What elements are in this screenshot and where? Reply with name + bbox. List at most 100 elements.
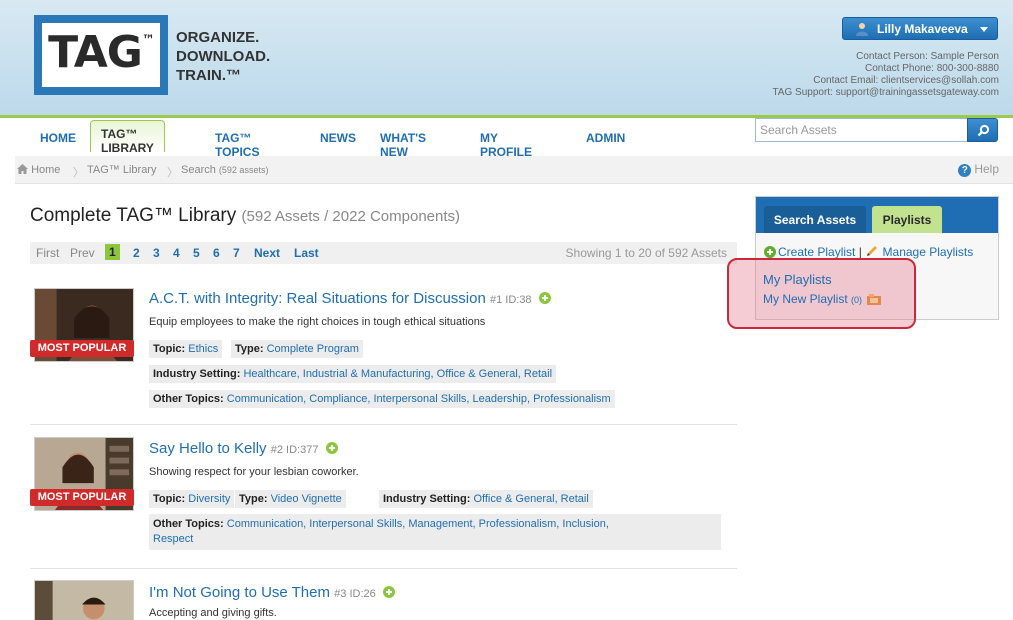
help-link[interactable]: ? Help xyxy=(958,162,999,177)
type-link[interactable]: Video Vignette xyxy=(271,493,342,505)
playlist-actions: Create Playlist | Manage Playlists xyxy=(764,244,973,259)
breadcrumb: Home 〉 TAG™ Library 〉 Search (592 assets… xyxy=(15,156,1013,184)
nav-my-profile[interactable]: MY PROFILE xyxy=(480,124,532,159)
industry-label: Industry Setting: xyxy=(383,493,471,505)
breadcrumb-home[interactable]: Home xyxy=(17,164,60,176)
user-name: Lilly Makaveeva xyxy=(877,22,968,36)
topic-link[interactable]: Diversity xyxy=(188,493,230,505)
tab-playlists[interactable]: Playlists xyxy=(872,206,942,233)
asset-title[interactable]: A.C.T. with Integrity: Real Situations f… xyxy=(149,290,551,307)
pager-first[interactable]: First xyxy=(36,246,59,260)
tagline: ORGANIZE. DOWNLOAD. TRAIN.™ xyxy=(176,28,270,85)
create-playlist-link[interactable]: Create Playlist xyxy=(764,245,855,259)
nav-tag-library[interactable]: TAG™ LIBRARY xyxy=(90,120,165,155)
type-tag: Type: Complete Program xyxy=(231,340,363,358)
tag-logo[interactable]: TAG™ xyxy=(34,15,168,95)
pencil-icon xyxy=(867,246,878,256)
search-button[interactable] xyxy=(967,118,998,142)
topic-link[interactable]: Ethics xyxy=(188,343,218,355)
pagination: First Prev 1 2 3 4 5 6 7 Next Last Showi… xyxy=(30,242,737,264)
page-subtitle: (592 Assets / 2022 Components) xyxy=(241,208,461,225)
tagline-line-1: ORGANIZE. xyxy=(176,29,260,46)
page-title: Complete TAG™ Library (592 Assets / 2022… xyxy=(30,205,460,227)
manage-playlists-link[interactable]: Manage Playlists xyxy=(865,245,973,259)
pager-page-1[interactable]: 1 xyxy=(105,244,120,260)
playlist-folder-icon xyxy=(867,294,882,305)
playlist-name: My New Playlist xyxy=(763,292,848,306)
home-icon xyxy=(17,164,28,174)
topic-tag: Topic: Diversity xyxy=(149,490,235,508)
support-email: TAG Support: support@trainingassetsgatew… xyxy=(772,87,999,98)
asset-title[interactable]: I'm Not Going to Use Them #3 ID:26 xyxy=(149,584,395,601)
pager-page-3[interactable]: 3 xyxy=(153,246,160,260)
nav-home[interactable]: HOME xyxy=(40,124,76,152)
industry-links[interactable]: Healthcare, Industrial & Manufacturing, … xyxy=(243,368,552,380)
pager-next[interactable]: Next xyxy=(254,246,280,260)
contact-email: Contact Email: clientservices@sollah.com xyxy=(813,75,999,86)
topic-label: Topic: xyxy=(153,493,186,505)
topic-tag: Topic: Ethics xyxy=(149,340,223,358)
topic-label: Topic: xyxy=(153,343,186,355)
add-to-playlist-icon[interactable] xyxy=(538,292,551,304)
asset-title-text: I'm Not Going to Use Them xyxy=(149,584,330,601)
nav-tag-topics[interactable]: TAG™ TOPICS xyxy=(215,124,259,159)
user-menu-button[interactable]: Lilly Makaveeva xyxy=(842,17,998,40)
link-divider: | xyxy=(858,245,862,259)
create-playlist-label: Create Playlist xyxy=(778,245,856,259)
add-to-playlist-icon[interactable] xyxy=(325,442,338,454)
asset-meta: #2 ID:377 xyxy=(270,444,319,456)
breadcrumb-search-label: Search xyxy=(181,164,216,176)
manage-playlists-label: Manage Playlists xyxy=(882,245,974,259)
asset-description: Showing respect for your lesbian coworke… xyxy=(149,466,359,478)
pager-showing: Showing 1 to 20 of 592 Assets xyxy=(565,246,727,260)
tagline-line-3: TRAIN.™ xyxy=(176,67,241,84)
search-icon xyxy=(977,124,990,137)
pager-page-7[interactable]: 7 xyxy=(233,246,240,260)
other-topics-links[interactable]: Communication, Compliance, Interpersonal… xyxy=(227,393,611,405)
pager-prev[interactable]: Prev xyxy=(70,246,95,260)
panel-tabs: Search Assets Playlists xyxy=(756,197,998,233)
pager-page-4[interactable]: 4 xyxy=(173,246,180,260)
video-still-image xyxy=(35,581,133,620)
industry-label: Industry Setting: xyxy=(153,368,241,380)
search-input[interactable]: Search Assets xyxy=(755,118,968,142)
asset-meta: #1 ID:38 xyxy=(489,294,532,306)
nav-admin[interactable]: ADMIN xyxy=(586,124,625,152)
other-topics-links[interactable]: Communication, Interpersonal Skills, Man… xyxy=(227,518,609,530)
pager-page-2[interactable]: 2 xyxy=(133,246,140,260)
other-topics-tag: Other Topics: Communication, Compliance,… xyxy=(149,390,615,408)
asset-description: Accepting and giving gifts. xyxy=(149,607,277,619)
help-icon: ? xyxy=(958,164,972,177)
industry-links[interactable]: Office & General, Retail xyxy=(473,493,588,505)
type-link[interactable]: Complete Program xyxy=(267,343,359,355)
help-label: Help xyxy=(974,162,999,176)
breadcrumb-library[interactable]: TAG™ Library xyxy=(87,164,156,176)
contact-info: Contact Person: Sample Person Contact Ph… xyxy=(772,51,999,99)
breadcrumb-search: Search (592 assets) xyxy=(181,164,268,176)
asset-description: Equip employees to make the right choice… xyxy=(149,316,486,328)
pager-last[interactable]: Last xyxy=(294,246,319,260)
asset-thumbnail[interactable] xyxy=(34,580,134,620)
asset-title[interactable]: Say Hello to Kelly #2 ID:377 xyxy=(149,440,338,457)
other-topics-links-cont[interactable]: Respect xyxy=(153,533,193,545)
asset-title-text: Say Hello to Kelly xyxy=(149,440,267,457)
nav-news[interactable]: NEWS xyxy=(320,124,356,152)
add-to-playlist-icon[interactable] xyxy=(382,586,395,598)
my-new-playlist-link[interactable]: My New Playlist (0) xyxy=(763,292,882,306)
tab-search-assets[interactable]: Search Assets xyxy=(764,206,866,233)
tagline-line-2: DOWNLOAD. xyxy=(176,48,271,65)
my-playlists-heading: My Playlists xyxy=(763,272,832,287)
asset-title-text: A.C.T. with Integrity: Real Situations f… xyxy=(149,290,486,307)
breadcrumb-count: (592 assets) xyxy=(218,165,269,175)
divider xyxy=(30,424,737,425)
breadcrumb-separator-icon: 〉 xyxy=(167,167,178,179)
site-header: TAG™ ORGANIZE. DOWNLOAD. TRAIN.™ Lilly M… xyxy=(0,0,1013,118)
most-popular-badge: MOST POPULAR xyxy=(30,489,134,506)
pager-page-6[interactable]: 6 xyxy=(213,246,220,260)
pager-page-5[interactable]: 5 xyxy=(193,246,200,260)
nav-whats-new[interactable]: WHAT'S NEW xyxy=(380,124,426,159)
contact-phone: Contact Phone: 800-300-8880 xyxy=(865,63,999,74)
page-title-text: Complete TAG™ Library xyxy=(30,205,237,226)
type-label: Type: xyxy=(235,343,264,355)
type-tag: Type: Video Vignette xyxy=(235,490,346,508)
